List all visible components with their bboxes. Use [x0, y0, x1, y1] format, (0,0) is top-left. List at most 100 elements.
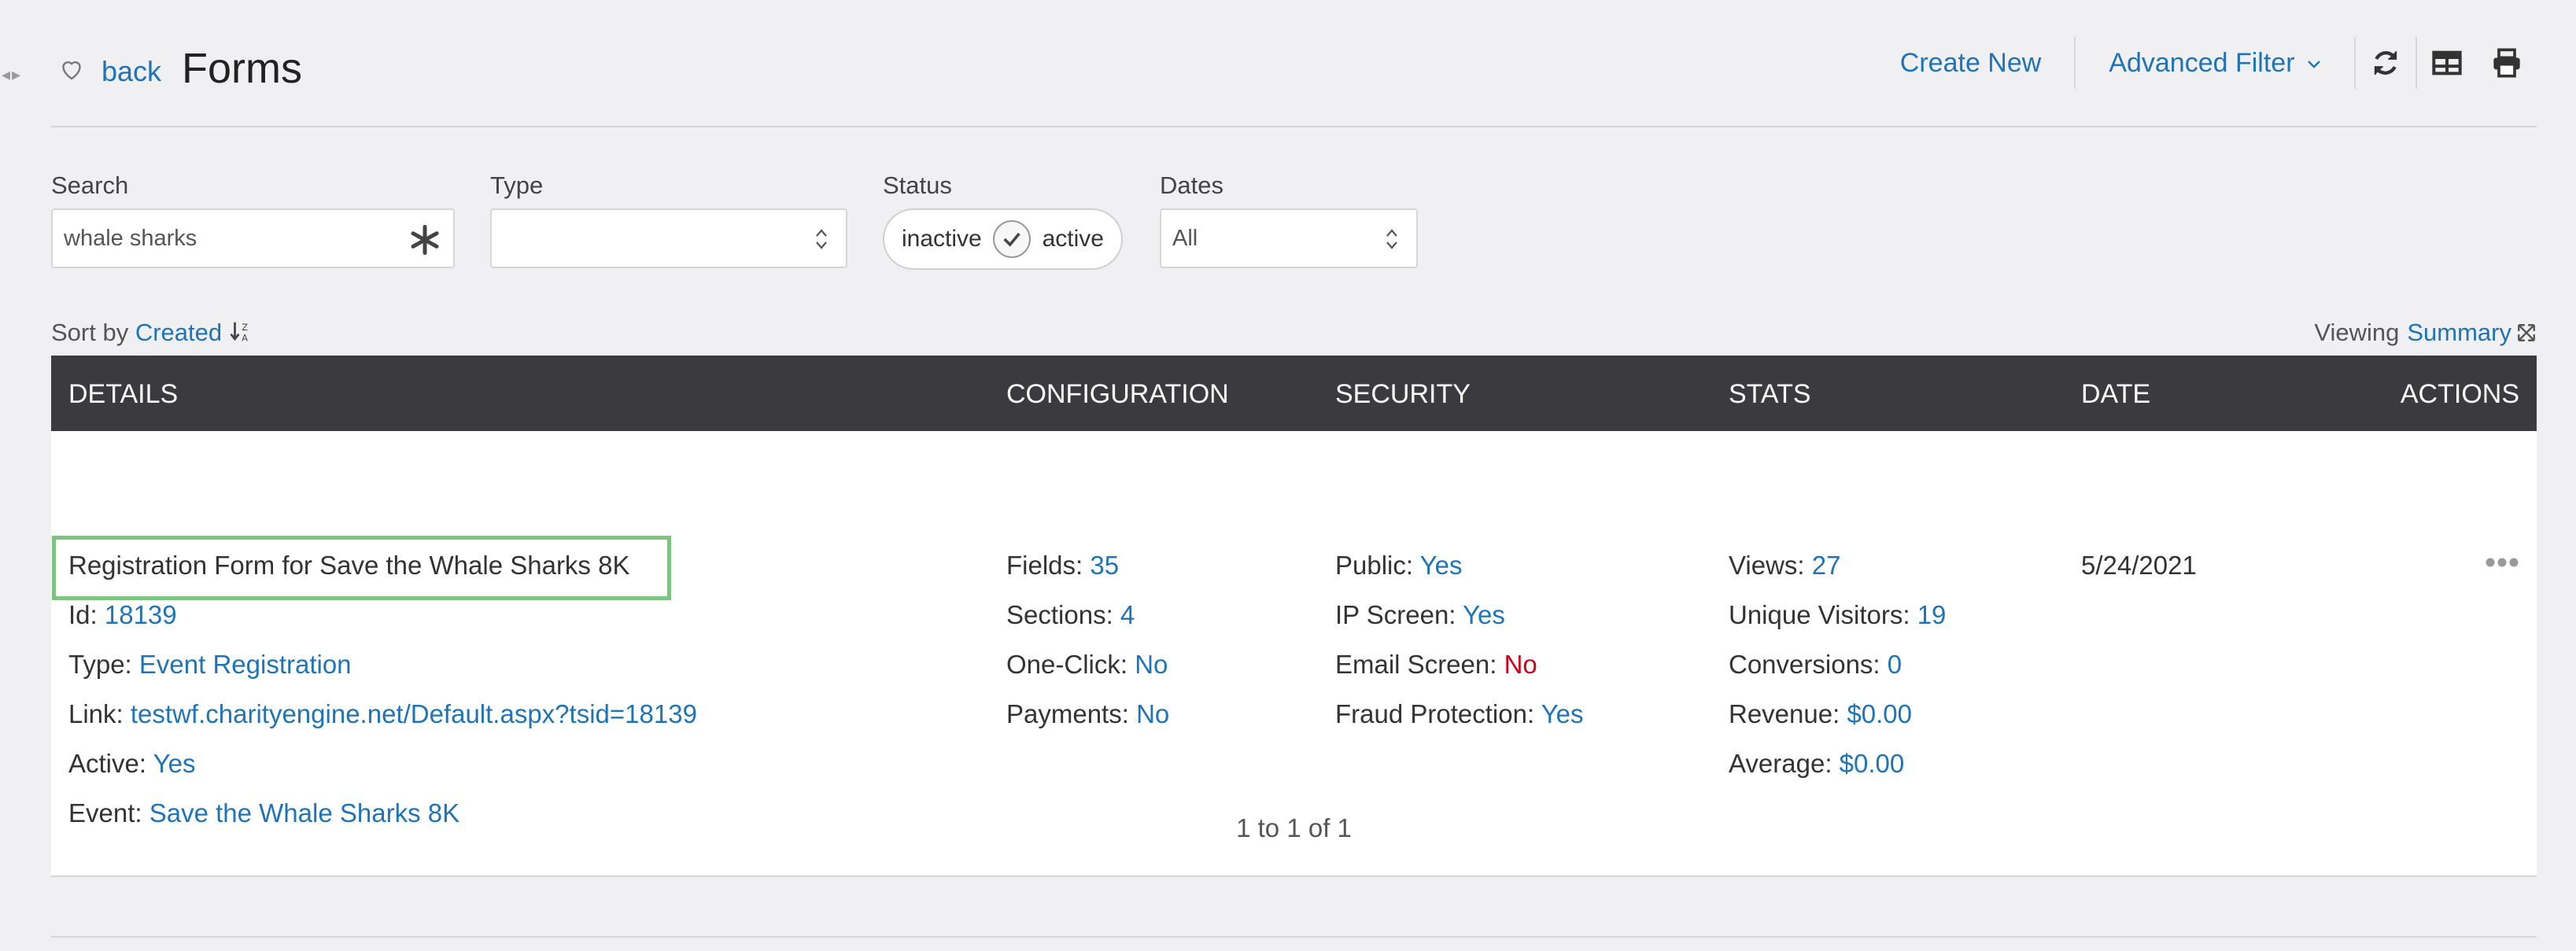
fraud-label: Fraud Protection:: [1335, 699, 1535, 728]
svg-text:A: A: [242, 334, 248, 344]
table-row: Registration Form for Save the Whale Sha…: [51, 431, 2537, 877]
type-link[interactable]: Event Registration: [139, 650, 352, 679]
sort-field-link[interactable]: Created: [135, 319, 222, 346]
emailscreen-value[interactable]: No: [1504, 650, 1537, 679]
config-sections: Sections: 4: [1006, 600, 1135, 630]
column-header-security: SECURITY: [1335, 379, 1471, 409]
link-label: Link:: [68, 699, 124, 728]
active-label: Active:: [68, 749, 147, 778]
public-value[interactable]: Yes: [1420, 551, 1463, 580]
print-button[interactable]: [2477, 37, 2537, 89]
status-toggle[interactable]: inactive active: [883, 208, 1123, 270]
checkmark-icon: [1003, 232, 1020, 247]
stats-conversions: Conversions: 0: [1729, 650, 1902, 680]
refresh-icon: [2374, 51, 2397, 75]
average-value[interactable]: $0.00: [1840, 749, 1905, 778]
column-header-actions: ACTIONS: [2400, 379, 2519, 409]
stats-average: Average: $0.00: [1729, 749, 1904, 779]
updown-arrows-icon: [1386, 229, 1397, 249]
back-link[interactable]: back: [101, 55, 161, 88]
sort-control: Sort by Created Z A: [51, 319, 253, 347]
status-label: Status: [883, 171, 952, 199]
fields-link[interactable]: 35: [1090, 551, 1119, 580]
status-inactive-label: inactive: [902, 226, 982, 252]
page-header: back Forms Create New Advanced Filter: [51, 0, 2537, 127]
dates-select-value: All: [1172, 225, 1198, 251]
advanced-filter-button[interactable]: Advanced Filter: [2076, 48, 2354, 79]
conv-value[interactable]: 0: [1888, 650, 1902, 679]
viewing-prefix: Viewing: [2314, 319, 2400, 346]
svg-text:Z: Z: [242, 323, 248, 333]
form-title-link[interactable]: Registration Form for Save the Whale Sha…: [68, 551, 629, 581]
dates-label: Dates: [1160, 171, 1223, 199]
unique-label: Unique Visitors:: [1729, 600, 1910, 629]
refresh-button[interactable]: [2356, 37, 2415, 89]
security-ip-screen: IP Screen: Yes: [1335, 600, 1505, 630]
stats-views: Views: 27: [1729, 551, 1841, 581]
id-link[interactable]: 18139: [105, 600, 177, 629]
column-header-date: DATE: [2081, 379, 2151, 409]
print-icon: [2493, 48, 2520, 78]
fraud-value[interactable]: Yes: [1541, 699, 1584, 728]
detail-link: Link: testwf.charityengine.net/Default.a…: [68, 699, 697, 729]
sort-desc-icon[interactable]: Z A: [229, 319, 253, 344]
stats-revenue: Revenue: $0.00: [1729, 699, 1912, 729]
table-view-button[interactable]: [2417, 37, 2477, 89]
ellipsis-icon[interactable]: [2485, 557, 2519, 568]
updown-arrows-icon: [816, 229, 827, 249]
unique-value[interactable]: 19: [1917, 600, 1947, 629]
type-label: Type:: [68, 650, 132, 679]
column-header-configuration: CONFIGURATION: [1006, 379, 1229, 409]
heart-outline-icon[interactable]: [57, 55, 86, 83]
search-label: Search: [51, 171, 129, 199]
search-input[interactable]: whale sharks: [51, 208, 455, 268]
revenue-value[interactable]: $0.00: [1847, 699, 1912, 728]
expand-icon[interactable]: [2516, 323, 2537, 343]
public-label: Public:: [1335, 551, 1414, 580]
payments-label: Payments:: [1006, 699, 1129, 728]
dates-select[interactable]: All: [1160, 208, 1418, 268]
views-label: Views:: [1729, 551, 1805, 580]
advanced-filter-label: Advanced Filter: [2109, 47, 2295, 78]
forms-table: DETAILS CONFIGURATION SECURITY STATS DAT…: [51, 356, 2537, 877]
form-url-link[interactable]: testwf.charityengine.net/Default.aspx?ts…: [131, 699, 697, 728]
date-link[interactable]: 5/24/2021: [2081, 551, 2197, 581]
id-label: Id:: [68, 600, 98, 629]
active-value[interactable]: Yes: [153, 749, 196, 778]
ipscreen-label: IP Screen:: [1335, 600, 1456, 629]
divider: [51, 936, 2537, 938]
config-oneclick: One-Click: No: [1006, 650, 1168, 680]
table-icon: [2432, 50, 2462, 76]
type-select[interactable]: [490, 208, 847, 268]
security-email-screen: Email Screen: No: [1335, 650, 1537, 680]
conv-label: Conversions:: [1729, 650, 1880, 679]
detail-active: Active: Yes: [68, 749, 195, 779]
viewing-mode-link[interactable]: Summary: [2407, 319, 2511, 347]
views-value[interactable]: 27: [1812, 551, 1841, 580]
average-label: Average:: [1729, 749, 1832, 778]
create-new-button[interactable]: Create New: [1867, 48, 2075, 79]
detail-type: Type: Event Registration: [68, 650, 352, 680]
status-active-label: active: [1042, 226, 1104, 252]
chevron-down-icon: [2308, 60, 2320, 68]
security-public: Public: Yes: [1335, 551, 1462, 581]
type-label: Type: [490, 171, 544, 199]
oneclick-value[interactable]: No: [1135, 650, 1168, 679]
detail-id: Id: 18139: [68, 600, 177, 630]
oneclick-label: One-Click:: [1006, 650, 1128, 679]
sections-link[interactable]: 4: [1120, 600, 1135, 629]
stats-unique-visitors: Unique Visitors: 19: [1729, 600, 1946, 630]
payments-value[interactable]: No: [1136, 699, 1169, 728]
page-title: Forms: [182, 45, 302, 92]
header-toolbar: Create New Advanced Filter: [1867, 31, 2537, 94]
collapse-arrows[interactable]: ◂▸: [2, 65, 22, 85]
pagination-summary: 1 to 1 of 1: [1236, 813, 1352, 842]
asterisk-icon[interactable]: [409, 224, 441, 256]
sort-prefix: Sort by: [51, 319, 129, 346]
revenue-label: Revenue:: [1729, 699, 1840, 728]
sections-label: Sections:: [1006, 600, 1113, 629]
security-fraud-protection: Fraud Protection: Yes: [1335, 699, 1584, 729]
ipscreen-value[interactable]: Yes: [1463, 600, 1505, 629]
column-header-details: DETAILS: [68, 379, 179, 409]
toggle-knob[interactable]: [993, 220, 1032, 258]
